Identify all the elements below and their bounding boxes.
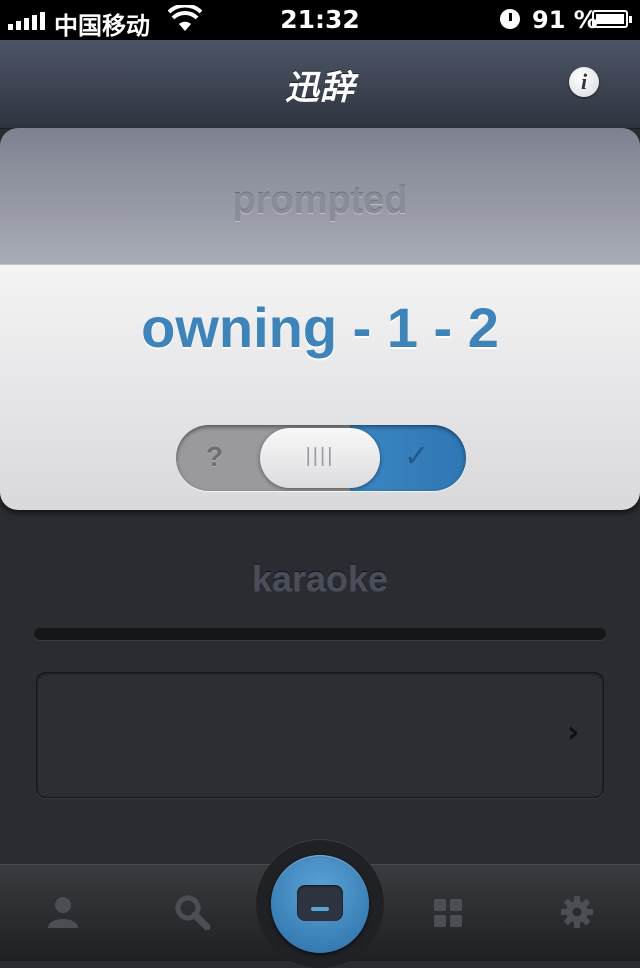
status-bar: 中国移动 21:32 91 %: [0, 0, 640, 40]
app-title-logo: 迅辞: [285, 68, 355, 108]
tab-search[interactable]: [161, 864, 221, 960]
info-button[interactable]: i: [569, 67, 599, 97]
tab-settings[interactable]: [547, 864, 607, 960]
tab-profile[interactable]: [33, 864, 93, 960]
chevron-right-icon: ›: [567, 715, 580, 750]
battery-icon: [592, 10, 632, 28]
battery-percent: 91 %: [532, 6, 598, 34]
tab-flashcards[interactable]: [271, 855, 369, 953]
slider-knob[interactable]: ||||: [260, 428, 380, 488]
navigation-bar: 迅辞 i: [0, 40, 640, 129]
flashcard-icon: [297, 885, 343, 921]
search-icon: [175, 895, 211, 930]
progress-bar: [34, 628, 606, 640]
answer-slider[interactable]: ? ✓ ||||: [176, 425, 466, 491]
flashcard-answer-area: owning - 1 - 2 ? ✓ ||||: [0, 264, 640, 510]
flashcard-prompt-area: prompted: [0, 128, 640, 264]
flashcard: prompted owning - 1 - 2 ? ✓ ||||: [0, 128, 640, 510]
detail-panel[interactable]: ›: [36, 672, 604, 798]
profile-icon: [48, 897, 78, 928]
checkmark-icon: ✓: [404, 439, 430, 474]
tab-grid[interactable]: [419, 864, 479, 960]
next-word: karaoke: [251, 558, 389, 599]
grip-icon: ||||: [305, 445, 335, 467]
current-word: owning - 1 - 2: [141, 296, 499, 359]
alarm-icon: [500, 9, 520, 29]
prompt-label: prompted: [232, 180, 408, 222]
grid-icon: [434, 899, 462, 927]
question-mark-icon: ?: [206, 441, 224, 472]
gear-icon: [561, 896, 593, 928]
